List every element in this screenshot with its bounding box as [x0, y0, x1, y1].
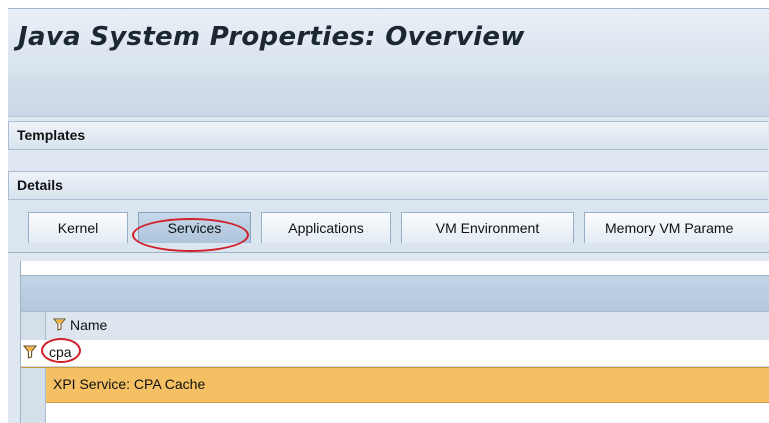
- details-section-label: Details: [17, 177, 63, 193]
- page-title: Java System Properties: Overview: [18, 22, 525, 52]
- details-tabstrip: Kernel Services Applications VM Environm…: [8, 200, 769, 253]
- table-filter-row: [21, 338, 769, 367]
- row-name-cell: XPI Service: CPA Cache: [53, 376, 206, 392]
- table-header-row: Name: [21, 311, 769, 341]
- funnel-icon[interactable]: [22, 345, 38, 364]
- table-row[interactable]: XPI Service: CPA Cache: [21, 367, 769, 403]
- app-window: Java System Properties: Overview Templat…: [8, 8, 769, 423]
- tab-applications[interactable]: Applications: [261, 212, 391, 243]
- column-header-name-label: Name: [70, 317, 108, 333]
- details-section-header: Details: [8, 171, 768, 200]
- select-all-cell[interactable]: [21, 312, 46, 340]
- column-header-name[interactable]: Name: [52, 317, 108, 334]
- tab-services[interactable]: Services: [138, 212, 251, 243]
- templates-section-label: Templates: [17, 127, 86, 143]
- row-selector[interactable]: [21, 368, 46, 402]
- application-toolbar: [8, 75, 769, 117]
- empty-table-row: [21, 402, 769, 423]
- templates-section-header[interactable]: Templates: [8, 121, 768, 150]
- properties-table: Name XPI Service: CPA Cache: [20, 261, 769, 423]
- table-toolbar: [21, 275, 769, 311]
- funnel-icon: [52, 318, 67, 334]
- tab-memory-vm-parameters[interactable]: Memory VM Parame: [584, 212, 769, 243]
- tab-kernel[interactable]: Kernel: [28, 212, 128, 243]
- name-filter-input[interactable]: [47, 342, 749, 362]
- title-bar: Java System Properties: Overview: [8, 8, 769, 76]
- row-selector: [21, 402, 46, 423]
- tab-vm-environment[interactable]: VM Environment: [401, 212, 574, 243]
